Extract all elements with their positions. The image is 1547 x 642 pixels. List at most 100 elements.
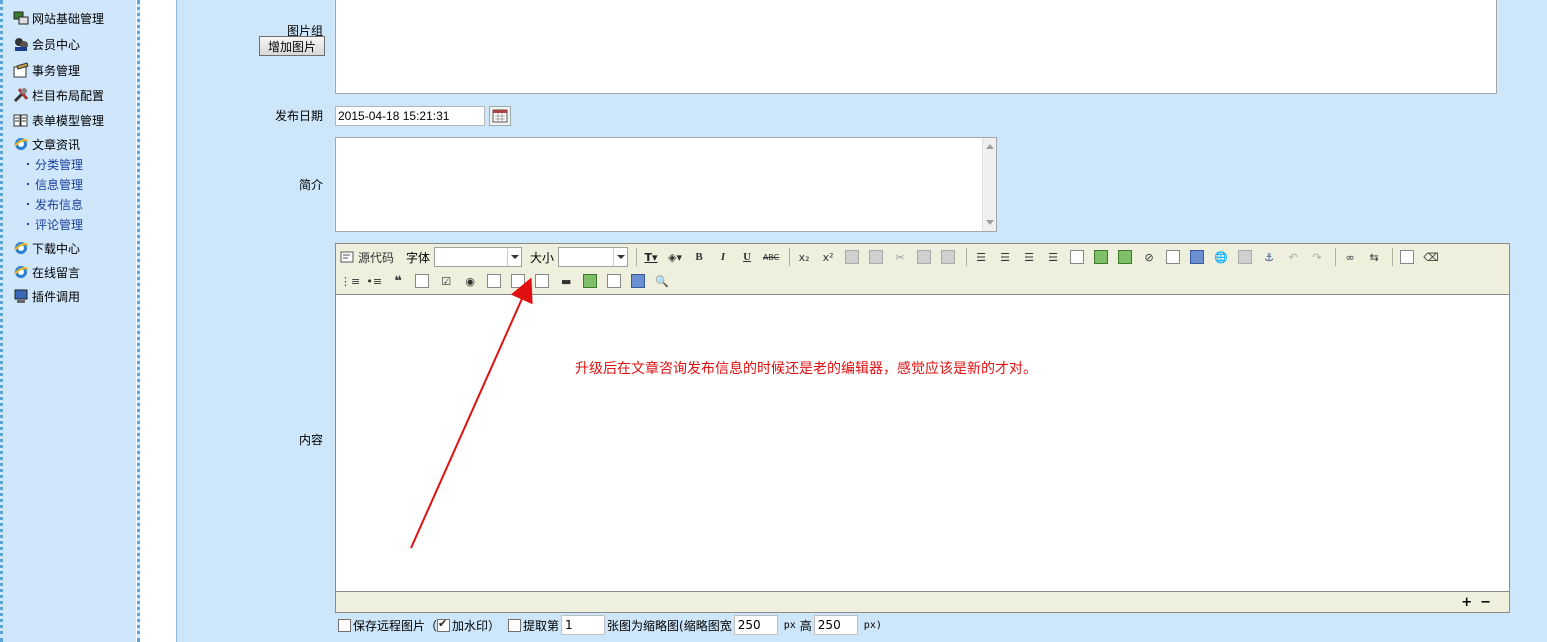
sidebar-subitem-comments[interactable]: 评论管理 [27, 215, 83, 233]
hr-button[interactable]: ▬ [556, 271, 576, 291]
sidebar-item-plugins[interactable]: 插件调用 [13, 286, 80, 306]
bold-button[interactable]: B [689, 247, 709, 267]
sidebar-item-form-model[interactable]: 表单模型管理 [13, 110, 104, 130]
subscript-button[interactable]: x₂ [794, 247, 814, 267]
image-button[interactable] [580, 271, 600, 291]
table-icon [1166, 250, 1181, 264]
ie-icon [13, 264, 29, 280]
text-color-button[interactable]: T▾ [641, 247, 661, 267]
paste-text-icon [941, 250, 956, 264]
sidebar-subitem-info[interactable]: 信息管理 [27, 175, 83, 193]
thumb-width-input[interactable]: 250 [733, 615, 778, 635]
paste-text-button[interactable] [938, 247, 958, 267]
hidden-field-button[interactable] [604, 271, 624, 291]
bold-icon: B [695, 251, 703, 263]
select-button[interactable] [532, 271, 552, 291]
sidebar-item-label: 栏目布局配置 [32, 88, 105, 103]
sidebar-item-label: 插件调用 [32, 289, 81, 304]
scrollbar[interactable] [982, 138, 996, 231]
sidebar-item-affairs[interactable]: 事务管理 [13, 60, 80, 80]
italic-button[interactable]: I [713, 247, 733, 267]
book-icon [13, 112, 29, 128]
annotation-text: 升级后在文章咨询发布信息的时候还是老的编辑器，感觉应该是新的才对。 [575, 361, 1037, 377]
quote-button[interactable]: ❝ [388, 271, 408, 291]
image-icon [1094, 250, 1109, 264]
copy-button[interactable] [914, 247, 934, 267]
redo-button[interactable]: ↷ [1307, 247, 1327, 267]
px-unit: px [783, 619, 796, 631]
monitor-icon [13, 288, 29, 304]
strikethrough-button[interactable]: ABC [761, 247, 781, 267]
insert-picture-button[interactable] [1115, 247, 1135, 267]
summary-label: 简介 [299, 178, 324, 192]
cut-button[interactable]: ✂ [890, 247, 910, 267]
main-form: 图片组 增加图片 发布日期 2015-04-18 15:21:31 简介 内容 … [176, 0, 1547, 642]
watermark-checkbox[interactable] [437, 617, 451, 632]
radio-icon: ◉ [465, 274, 476, 288]
px-unit: px) [863, 619, 882, 631]
page-break-button[interactable] [628, 271, 648, 291]
ordered-list-button[interactable]: ⋮≡ [340, 271, 360, 291]
calendar-button[interactable] [489, 106, 511, 126]
bg-color-button[interactable]: ◈▾ [665, 247, 685, 267]
resize-controls: +− [1461, 595, 1499, 610]
subscript-icon: x₂ [798, 250, 810, 264]
preview-button[interactable]: 🔍 [652, 271, 672, 291]
editor-content-area[interactable] [336, 294, 1509, 592]
sidebar-item-column-layout[interactable]: 栏目布局配置 [13, 85, 104, 105]
align-center-button[interactable]: ☰ [995, 247, 1015, 267]
resize-plus-button[interactable]: + [1461, 595, 1480, 610]
unordered-list-button[interactable]: •≡ [364, 271, 384, 291]
form-button[interactable] [412, 271, 432, 291]
extract-index-input[interactable]: 1 [561, 615, 606, 635]
undo-button[interactable]: ↶ [1283, 247, 1303, 267]
underline-button[interactable]: U [737, 247, 757, 267]
line-spacing-button[interactable] [1067, 247, 1087, 267]
resize-minus-button[interactable]: − [1480, 595, 1499, 610]
sidebar-item-downloads[interactable]: 下载中心 [13, 238, 80, 258]
paste-word-button[interactable] [866, 247, 886, 267]
insert-image-button[interactable] [1091, 247, 1111, 267]
toolbar-row-1: 源代码 字体 大小 T▾ ◈▾ B I U ABC x₂ x² ✂ ☰ ☰ ☰ [340, 246, 1445, 268]
unlink-button[interactable] [1235, 247, 1255, 267]
thumb-height-input[interactable]: 250 [813, 615, 858, 635]
font-select[interactable] [434, 247, 523, 267]
publish-date-input[interactable]: 2015-04-18 15:21:31 [335, 106, 485, 126]
flash-button[interactable]: ⊘ [1139, 247, 1159, 267]
source-button[interactable]: 源代码 [340, 247, 398, 267]
find-button[interactable]: ∞ [1340, 247, 1360, 267]
summary-textarea[interactable] [335, 137, 997, 232]
superscript-button[interactable]: x² [818, 247, 838, 267]
add-image-button[interactable]: 增加图片 [259, 36, 325, 56]
align-justify-button[interactable]: ☰ [1043, 247, 1063, 267]
extract-label: 提取第 [523, 618, 560, 633]
sidebar-item-articles[interactable]: 文章资讯 [13, 134, 80, 154]
checkbox-button[interactable]: ☑ [436, 271, 456, 291]
image-group-box[interactable] [335, 0, 1497, 94]
sidebar-subitem-category[interactable]: 分类管理 [27, 155, 83, 173]
save-remote-checkbox[interactable] [338, 618, 351, 632]
sidebar-item-site-basic[interactable]: 网站基础管理 [13, 8, 104, 28]
anchor-button[interactable]: ⚓ [1259, 247, 1279, 267]
eraser-icon: ⌫ [1423, 250, 1439, 264]
replace-button[interactable]: ⇆ [1364, 247, 1384, 267]
align-right-button[interactable]: ☰ [1019, 247, 1039, 267]
show-blocks-button[interactable] [1397, 247, 1417, 267]
ie-icon [13, 136, 29, 152]
radio-button[interactable]: ◉ [460, 271, 480, 291]
sidebar-subitem-publish[interactable]: 发布信息 [27, 195, 83, 213]
sidebar-item-member-center[interactable]: 会员中心 [13, 34, 80, 54]
align-left-button[interactable]: ☰ [971, 247, 991, 267]
textarea-button[interactable] [508, 271, 528, 291]
paste-button[interactable] [842, 247, 862, 267]
select-icon [535, 274, 550, 288]
media-button[interactable] [1187, 247, 1207, 267]
extract-checkbox[interactable] [508, 618, 522, 632]
textfield-button[interactable] [484, 271, 504, 291]
remove-format-button[interactable]: ⌫ [1421, 247, 1441, 267]
sidebar-item-messages[interactable]: 在线留言 [13, 262, 80, 282]
thumb-label: 张图为缩略图(缩略图宽 [607, 618, 732, 633]
web-button[interactable]: 🌐 [1211, 247, 1231, 267]
table-button[interactable] [1163, 247, 1183, 267]
size-select[interactable] [558, 247, 629, 267]
